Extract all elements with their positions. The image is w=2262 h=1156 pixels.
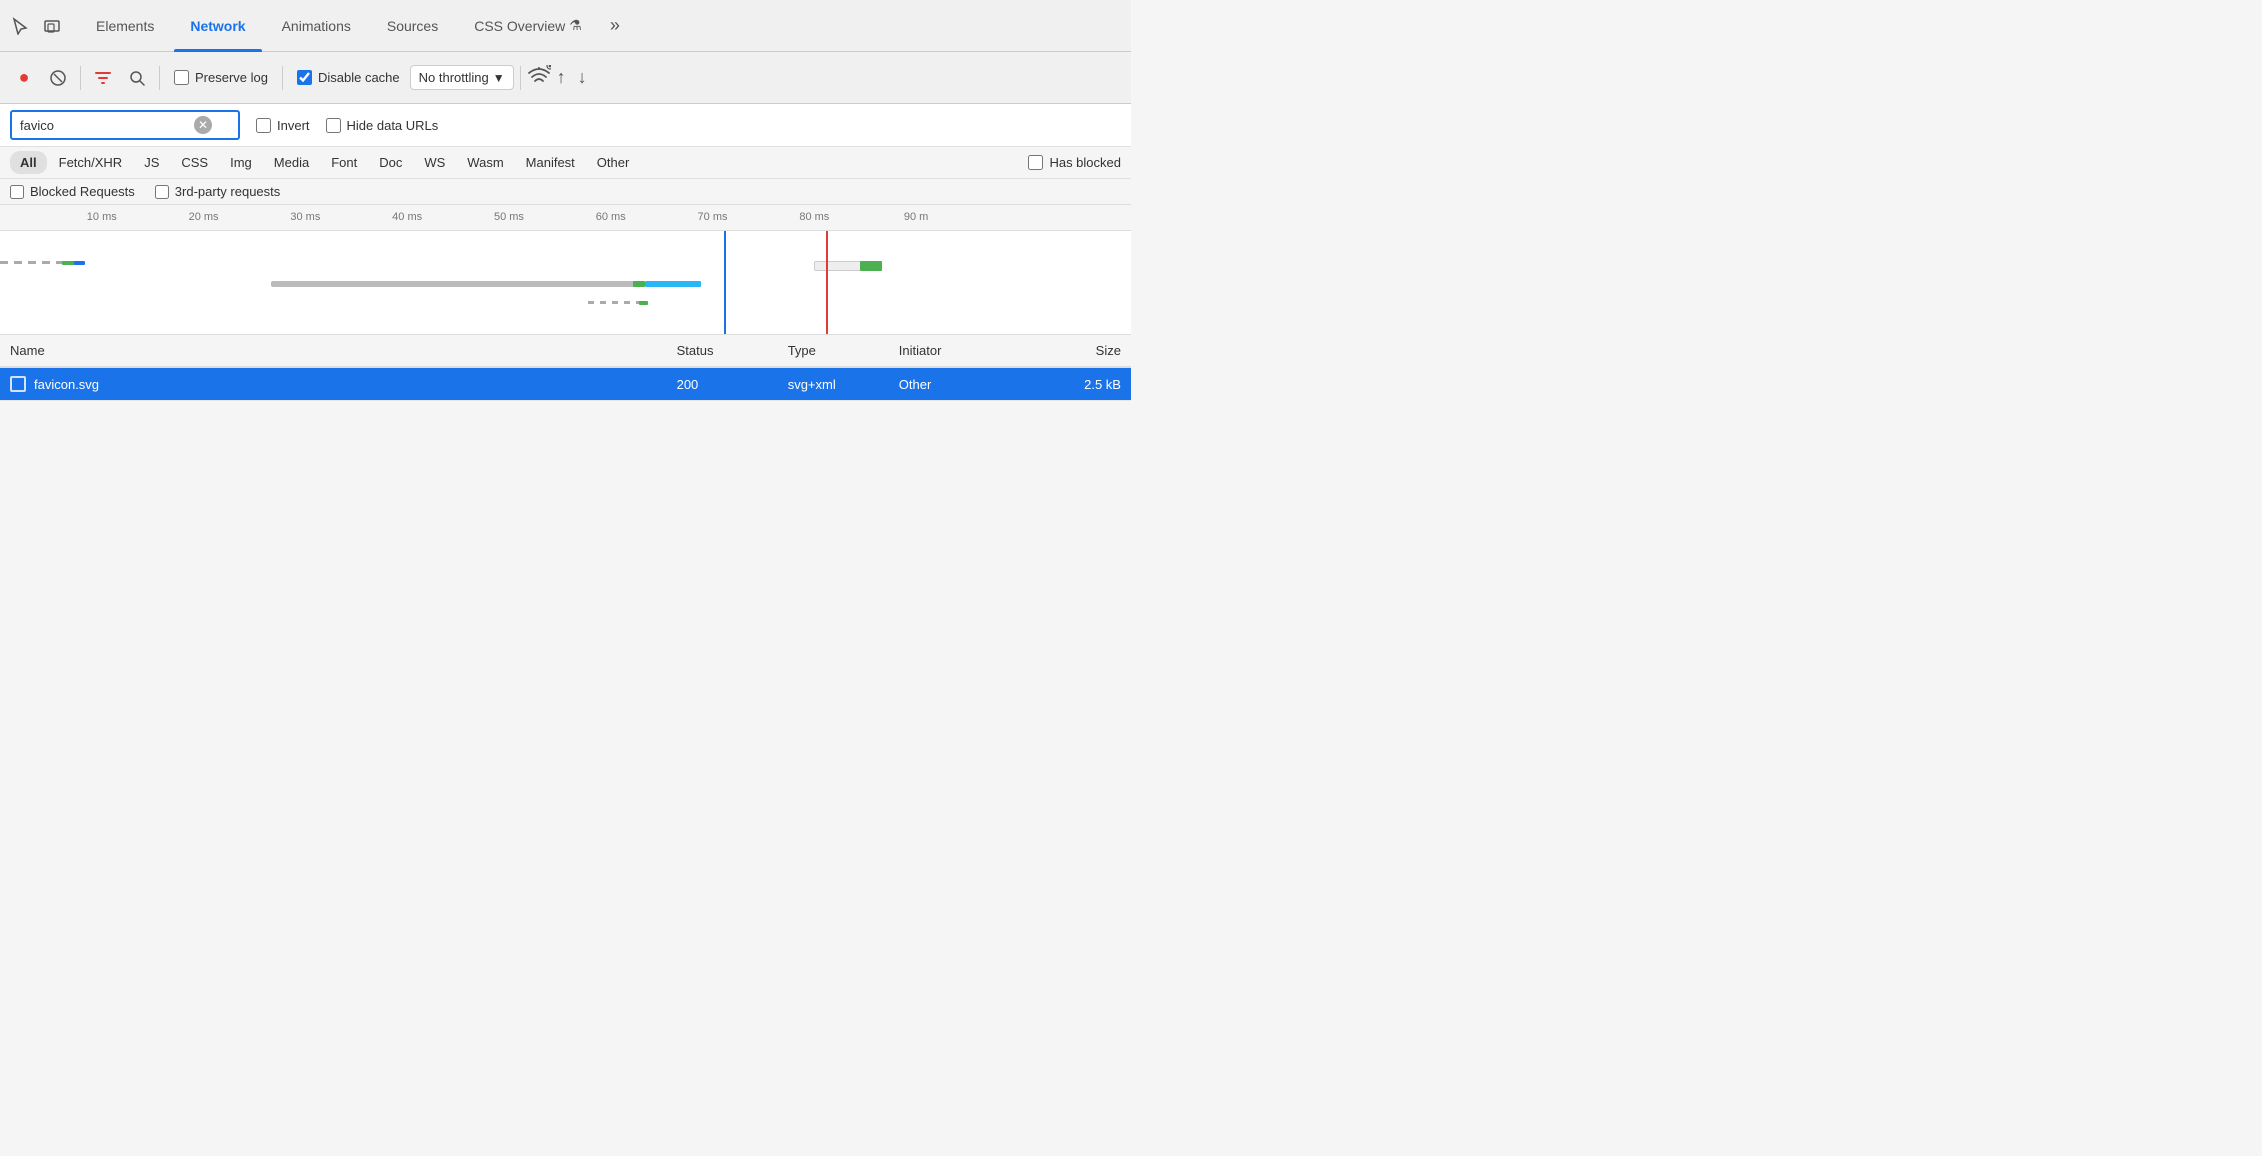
type-btn-fetch-xhr[interactable]: Fetch/XHR xyxy=(49,151,133,174)
hide-data-urls-option[interactable]: Hide data URLs xyxy=(326,118,439,133)
row-initiator: Other xyxy=(899,377,1043,392)
col-header-initiator: Initiator xyxy=(899,343,1043,358)
blocked-requests-checkbox[interactable] xyxy=(10,185,24,199)
tick-90ms: 90 m xyxy=(904,211,928,223)
row-name-col: favicon.svg xyxy=(10,376,677,392)
search-input[interactable] xyxy=(20,118,190,133)
type-btn-js[interactable]: JS xyxy=(134,151,169,174)
type-btn-doc[interactable]: Doc xyxy=(369,151,412,174)
filter-bar: ✕ Invert Hide data URLs xyxy=(0,104,1131,147)
tick-20ms: 20 ms xyxy=(189,211,219,223)
third-party-checkbox[interactable] xyxy=(155,185,169,199)
row-size: 2.5 kB xyxy=(1043,377,1121,392)
upload-download-group: ↑ ↓ xyxy=(557,67,587,88)
row-filename: favicon.svg xyxy=(34,377,669,392)
waterfall-green-2 xyxy=(633,281,644,287)
extra-filter-bar: Blocked Requests 3rd-party requests xyxy=(0,179,1131,205)
waterfall-green-3 xyxy=(639,301,648,305)
type-btn-ws[interactable]: WS xyxy=(414,151,455,174)
table-row[interactable]: favicon.svg 200 svg+xml Other 2.5 kB xyxy=(0,368,1131,401)
type-filter-bar: All Fetch/XHR JS CSS Img Media Font Doc … xyxy=(0,147,1131,179)
tab-animations[interactable]: Animations xyxy=(266,0,367,52)
row-type: svg+xml xyxy=(788,377,899,392)
table-header: Name Status Type Initiator Size xyxy=(0,335,1131,368)
throttle-select[interactable]: No throttling ▼ xyxy=(410,65,514,90)
device-toggle-icon[interactable] xyxy=(40,14,64,38)
waterfall-blue-2 xyxy=(645,281,702,287)
hide-data-urls-checkbox[interactable] xyxy=(326,118,341,133)
waterfall-row-4-green xyxy=(860,261,883,271)
type-btn-font[interactable]: Font xyxy=(321,151,367,174)
col-header-type: Type xyxy=(788,343,899,358)
red-timing-line xyxy=(826,231,828,335)
third-party-option[interactable]: 3rd-party requests xyxy=(155,184,281,199)
row-status: 200 xyxy=(677,377,788,392)
filter-button[interactable] xyxy=(87,62,119,94)
invert-option[interactable]: Invert xyxy=(256,118,310,133)
tick-10ms: 10 ms xyxy=(87,211,117,223)
waterfall-blue-1 xyxy=(74,261,85,265)
timeline-content xyxy=(0,231,1131,335)
col-header-name: Name xyxy=(10,343,677,358)
toolbar-divider-3 xyxy=(282,66,283,90)
network-toolbar: ● Preserve log Disable cache No throttli… xyxy=(0,52,1131,104)
type-btn-css[interactable]: CSS xyxy=(171,151,218,174)
search-button[interactable] xyxy=(121,62,153,94)
tick-80ms: 80 ms xyxy=(799,211,829,223)
disable-cache-group[interactable]: Disable cache xyxy=(289,70,408,85)
waterfall-row-3 xyxy=(588,301,645,304)
col-header-status: Status xyxy=(677,343,788,358)
record-button[interactable]: ● xyxy=(8,62,40,94)
row-checkbox[interactable] xyxy=(10,376,26,392)
type-btn-all[interactable]: All xyxy=(10,151,47,174)
tab-network[interactable]: Network xyxy=(174,0,261,52)
has-blocked-checkbox[interactable] xyxy=(1028,155,1043,170)
type-btn-other[interactable]: Other xyxy=(587,151,640,174)
devtools-icons xyxy=(8,14,64,38)
clear-button[interactable] xyxy=(42,62,74,94)
blue-timing-line xyxy=(724,231,726,335)
more-tabs-button[interactable]: » xyxy=(602,15,628,36)
tick-40ms: 40 ms xyxy=(392,211,422,223)
upload-icon[interactable]: ↑ xyxy=(557,67,566,88)
download-icon[interactable]: ↓ xyxy=(578,67,587,88)
tab-elements[interactable]: Elements xyxy=(80,0,170,52)
cursor-icon[interactable] xyxy=(8,14,32,38)
col-header-size: Size xyxy=(1043,343,1121,358)
flask-icon: ⚗ xyxy=(569,17,582,34)
timeline-ruler: 10 ms 20 ms 30 ms 40 ms 50 ms 60 ms 70 m… xyxy=(0,205,1131,231)
preserve-log-checkbox[interactable] xyxy=(174,70,189,85)
type-btn-wasm[interactable]: Wasm xyxy=(457,151,513,174)
blocked-requests-option[interactable]: Blocked Requests xyxy=(10,184,135,199)
search-box: ✕ xyxy=(10,110,240,140)
type-btn-img[interactable]: Img xyxy=(220,151,262,174)
tab-css-overview[interactable]: CSS Overview ⚗ xyxy=(458,0,598,52)
type-btn-media[interactable]: Media xyxy=(264,151,319,174)
timeline-container: 10 ms 20 ms 30 ms 40 ms 50 ms 60 ms 70 m… xyxy=(0,205,1131,335)
tick-30ms: 30 ms xyxy=(290,211,320,223)
tick-70ms: 70 ms xyxy=(698,211,728,223)
preserve-log-group[interactable]: Preserve log xyxy=(166,70,276,85)
toolbar-divider-4 xyxy=(520,66,521,90)
tick-60ms: 60 ms xyxy=(596,211,626,223)
network-conditions-icon[interactable] xyxy=(527,65,551,90)
toolbar-divider-2 xyxy=(159,66,160,90)
has-blocked-group: Has blocked xyxy=(1028,155,1121,170)
invert-checkbox[interactable] xyxy=(256,118,271,133)
toolbar-divider-1 xyxy=(80,66,81,90)
clear-search-button[interactable]: ✕ xyxy=(194,116,212,134)
tab-bar: Elements Network Animations Sources CSS … xyxy=(0,0,1131,52)
tab-sources[interactable]: Sources xyxy=(371,0,454,52)
tick-50ms: 50 ms xyxy=(494,211,524,223)
waterfall-row-2-gray xyxy=(271,281,633,287)
disable-cache-checkbox[interactable] xyxy=(297,70,312,85)
type-btn-manifest[interactable]: Manifest xyxy=(516,151,585,174)
chevron-down-icon: ▼ xyxy=(493,71,505,85)
